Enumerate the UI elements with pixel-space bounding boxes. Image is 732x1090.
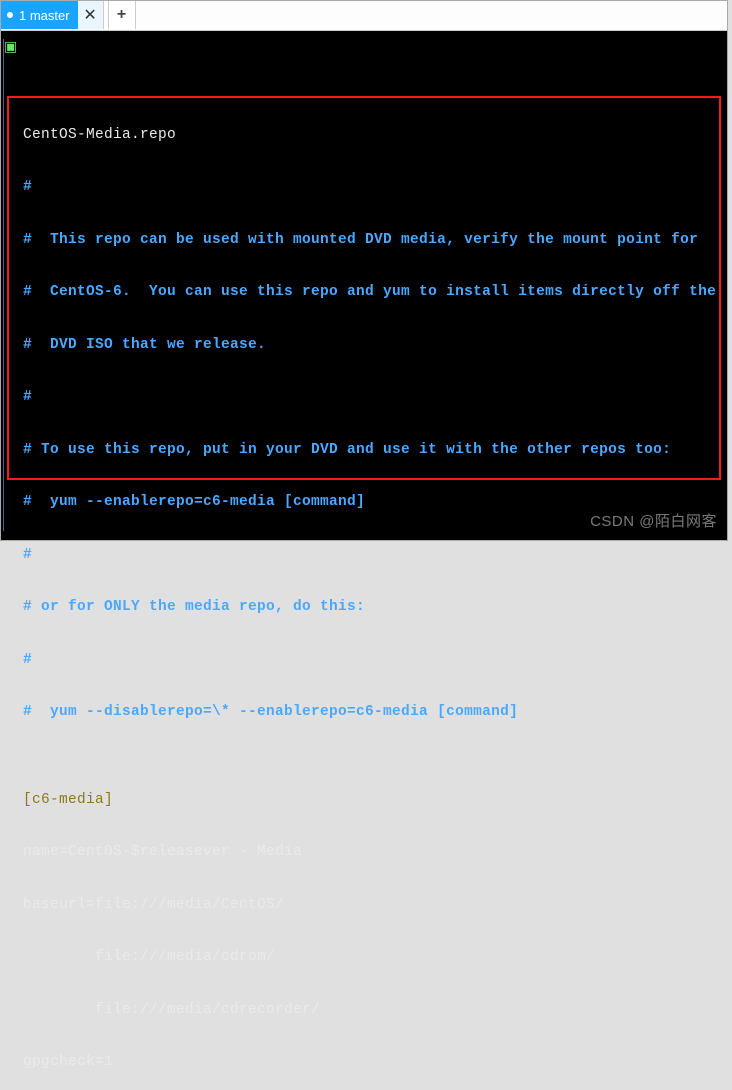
tab-close-button[interactable]: ✕ (78, 1, 104, 29)
comment-line: # yum --disablerepo=\* --enablerepo=c6-m… (23, 704, 727, 722)
comment-line: # or for ONLY the media repo, do this: (23, 599, 727, 617)
close-icon: ✕ (83, 5, 96, 25)
window: 1 master ✕ + ▣ CentOS-Media.repo # # Thi… (0, 0, 728, 541)
config-line-gpgcheck: gpgcheck=1 (23, 1054, 727, 1072)
comment-line: # (23, 547, 727, 565)
bookmark-icon: ▣ (4, 40, 17, 58)
config-line-baseurl: baseurl=file:///media/CentOS/ (23, 897, 727, 915)
comment-line: # (23, 179, 727, 197)
comment-line: # CentOS-6. You can use this repo and yu… (23, 284, 727, 302)
tab-bar: 1 master ✕ + (1, 1, 727, 31)
terminal-viewport[interactable]: ▣ CentOS-Media.repo # # This repo can be… (1, 31, 727, 540)
comment-line: # yum --enablerepo=c6-media [command] (23, 494, 727, 512)
tab-master[interactable]: 1 master (1, 1, 78, 29)
plus-icon: + (117, 6, 127, 24)
comment-line: # DVD ISO that we release. (23, 337, 727, 355)
editor-content: CentOS-Media.repo # # This repo can be u… (23, 92, 727, 1090)
file-title: CentOS-Media.repo (23, 127, 727, 145)
config-line-baseurl: file:///media/cdrecorder/ (23, 1002, 727, 1020)
tab-indicator-icon (7, 12, 13, 18)
config-line-name: name=CentOS-$releasever - Media (23, 844, 727, 862)
gutter: ▣ (1, 39, 19, 540)
tab-label: 1 master (19, 8, 70, 23)
config-line-baseurl: file:///media/cdrom/ (23, 949, 727, 967)
comment-line: # (23, 389, 727, 407)
comment-line: # To use this repo, put in your DVD and … (23, 442, 727, 460)
comment-line: # This repo can be used with mounted DVD… (23, 232, 727, 250)
new-tab-button[interactable]: + (108, 1, 136, 29)
section-header: [c6-media] (23, 792, 727, 810)
comment-line: # (23, 652, 727, 670)
